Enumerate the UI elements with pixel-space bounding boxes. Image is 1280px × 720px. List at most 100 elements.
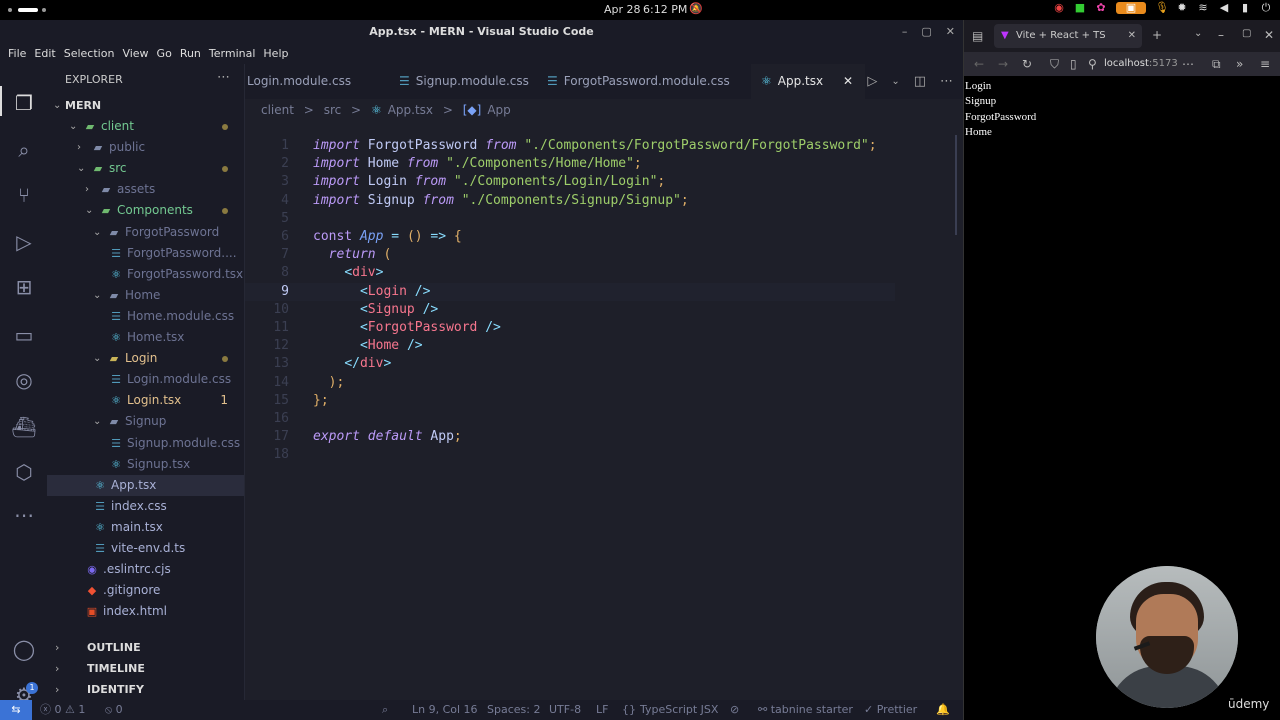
notification-bell-icon[interactable]: 🔕 [689,2,703,15]
address-bar[interactable]: localhost:5173 [1104,52,1178,76]
maximize-icon[interactable]: ▢ [1242,28,1251,39]
extensions-icon[interactable]: ⊞ [11,274,37,300]
prettier-status[interactable]: ✓ Prettier [864,700,917,720]
code-line[interactable]: 11 <ForgotPassword /> [245,319,895,337]
tree-item[interactable]: ⚛ App.tsx [47,474,244,496]
extensions-icon[interactable]: ⧉ [1212,57,1221,72]
encoding[interactable]: UTF-8 [549,700,581,720]
tree-item[interactable]: ☰ Login.module.css [47,369,244,390]
tree-item[interactable]: ☰ vite-env.d.ts [47,538,244,559]
tree-item[interactable]: ⌄ ▰ ForgotPassword [47,222,244,243]
tree-item[interactable]: ▣ index.html [47,601,244,622]
explorer-more-icon[interactable]: ⋯ [217,70,230,85]
tree-item[interactable]: ☰ ForgotPassword.... [47,243,244,264]
tree-item[interactable]: ⌄ ▰ Components [47,200,244,221]
power-icon[interactable]: ⏻ [1260,2,1272,14]
tray-app-icon[interactable]: ◉ [1053,2,1065,14]
docker-icon[interactable]: ⛴ [11,414,37,440]
code-line[interactable]: 5 [245,210,895,228]
tab-list-chevron-icon[interactable]: ⌄ [1194,28,1202,39]
testing-icon[interactable]: ⬡ [11,459,37,485]
workspace-indicator[interactable] [18,8,38,12]
outline-section[interactable]: OUTLINE [47,637,244,658]
code-editor[interactable]: 1 import ForgotPassword from "./Component… [245,121,963,700]
microphone-icon[interactable]: 🎙 [1155,2,1169,14]
close-window-icon[interactable]: ✕ [1264,28,1274,42]
tray-app-icon[interactable]: ✿ [1095,2,1107,14]
menu-edit[interactable]: Edit [30,44,59,64]
system-date[interactable]: Apr 28 [604,3,641,16]
page-actions-icon[interactable]: ⋯ [1182,57,1194,71]
accounts-icon[interactable]: ◯ [11,636,37,662]
code-line[interactable]: 15}; [245,392,895,410]
wifi-icon[interactable]: ≋ [1197,2,1209,14]
code-line[interactable]: 10 <Signup /> [245,301,895,319]
menu-file[interactable]: File [4,44,30,64]
hamburger-menu-icon[interactable]: ≡ [1260,57,1270,71]
tab-overview-icon[interactable]: ▤ [972,29,983,43]
code-line[interactable]: 8 <div> [245,264,895,282]
permissions-icon[interactable]: ⚲ [1088,57,1097,71]
minimize-icon[interactable]: – [902,20,908,44]
tree-item[interactable]: ⌄ ▰ Login [47,348,244,369]
search-icon[interactable]: ⌕ [11,137,37,163]
tree-item[interactable]: ☰ Signup.module.css [47,433,244,454]
tree-item[interactable]: ⌄ ▰ Signup [47,411,244,432]
new-tab-icon[interactable]: + [1152,28,1162,42]
tree-item[interactable]: ⌄ ▰ client [47,116,244,137]
split-editor-icon[interactable]: ◫ [914,64,926,99]
tree-item[interactable]: ⌄ ▰ src [47,158,244,179]
code-line[interactable]: 18 [245,446,895,464]
language-mode[interactable]: TypeScript JSX [640,700,718,720]
close-tab-icon[interactable]: ✕ [1128,24,1136,48]
brightness-icon[interactable]: ✹ [1176,2,1188,14]
tree-item[interactable]: ☰ Home.module.css [47,306,244,327]
minimize-icon[interactable]: – [1218,28,1224,42]
end-of-line[interactable]: LF [596,700,608,720]
code-line[interactable]: 2 import Home from "./Components/Home/Hom… [245,155,895,173]
code-line[interactable]: 14 ); [245,374,895,392]
tree-item[interactable]: ◉ .eslintrc.cjs [47,559,244,580]
more-actions-icon[interactable]: ⋯ [940,64,953,99]
tab-forgotpassword-module-css[interactable]: ☰ ForgotPassword.module.css [545,64,751,99]
menu-view[interactable]: View [118,44,152,64]
maximize-icon[interactable]: ▢ [921,20,931,44]
tree-item[interactable]: ⚛ Signup.tsx [47,454,244,475]
menu-go[interactable]: Go [153,44,176,64]
code-line[interactable]: 9 <Login /> [245,282,895,301]
tree-item[interactable]: › ▰ assets [47,179,244,200]
editor-scrollbar[interactable] [943,135,957,235]
explorer-icon[interactable]: ❐ [11,90,37,116]
reload-icon[interactable]: ↻ [1022,57,1032,71]
tray-app-icon[interactable]: ▣ [1116,2,1146,14]
tab-login-module-css[interactable]: Login.module.css [245,64,383,99]
identify-section[interactable]: IDENTIFY [47,679,244,700]
cursor-position[interactable]: Ln 9, Col 16 [412,700,478,720]
workspace-root[interactable]: ⌄ MERN [47,95,244,116]
remote-explorer-icon[interactable]: ▭ [11,322,37,348]
source-control-icon[interactable]: ⑂ [11,182,37,208]
tabnine-status[interactable]: ⚯ tabnine starter [758,700,853,720]
forward-icon[interactable]: → [998,57,1008,71]
problems-indicator[interactable]: ⓧ 0 ⚠ 1 [40,700,85,720]
menu-terminal[interactable]: Terminal [205,44,260,64]
timeline-section[interactable]: TIMELINE [47,658,244,679]
code-line[interactable]: 7 return ( [245,246,895,264]
volume-icon[interactable]: ◀ [1218,2,1230,14]
notifications-bell-icon[interactable]: 🔔 [936,700,950,720]
chevron-down-icon[interactable]: ⌄ [891,64,899,99]
browser-tab[interactable]: ▼ Vite + React + TS ✕ [994,24,1142,48]
code-line[interactable]: 13 </div> [245,355,895,373]
tray-app-icon[interactable]: ■ [1074,2,1086,14]
tab-signup-module-css[interactable]: ☰ Signup.module.css [383,64,545,99]
menu-selection[interactable]: Selection [60,44,119,64]
breadcrumb-item[interactable]: src [324,103,342,117]
run-icon[interactable]: ▷ [867,64,877,99]
ports-indicator[interactable]: ⦸ 0 [105,700,123,720]
menu-run[interactable]: Run [176,44,205,64]
zoom-icon[interactable]: ⌕ [382,700,388,720]
breadcrumb-item[interactable]: client [261,103,294,117]
tab-app-tsx[interactable]: ⚛ App.tsx ✕ [751,64,865,99]
tree-item[interactable]: ⚛ Home.tsx [47,327,244,348]
close-icon[interactable]: ✕ [946,20,955,44]
